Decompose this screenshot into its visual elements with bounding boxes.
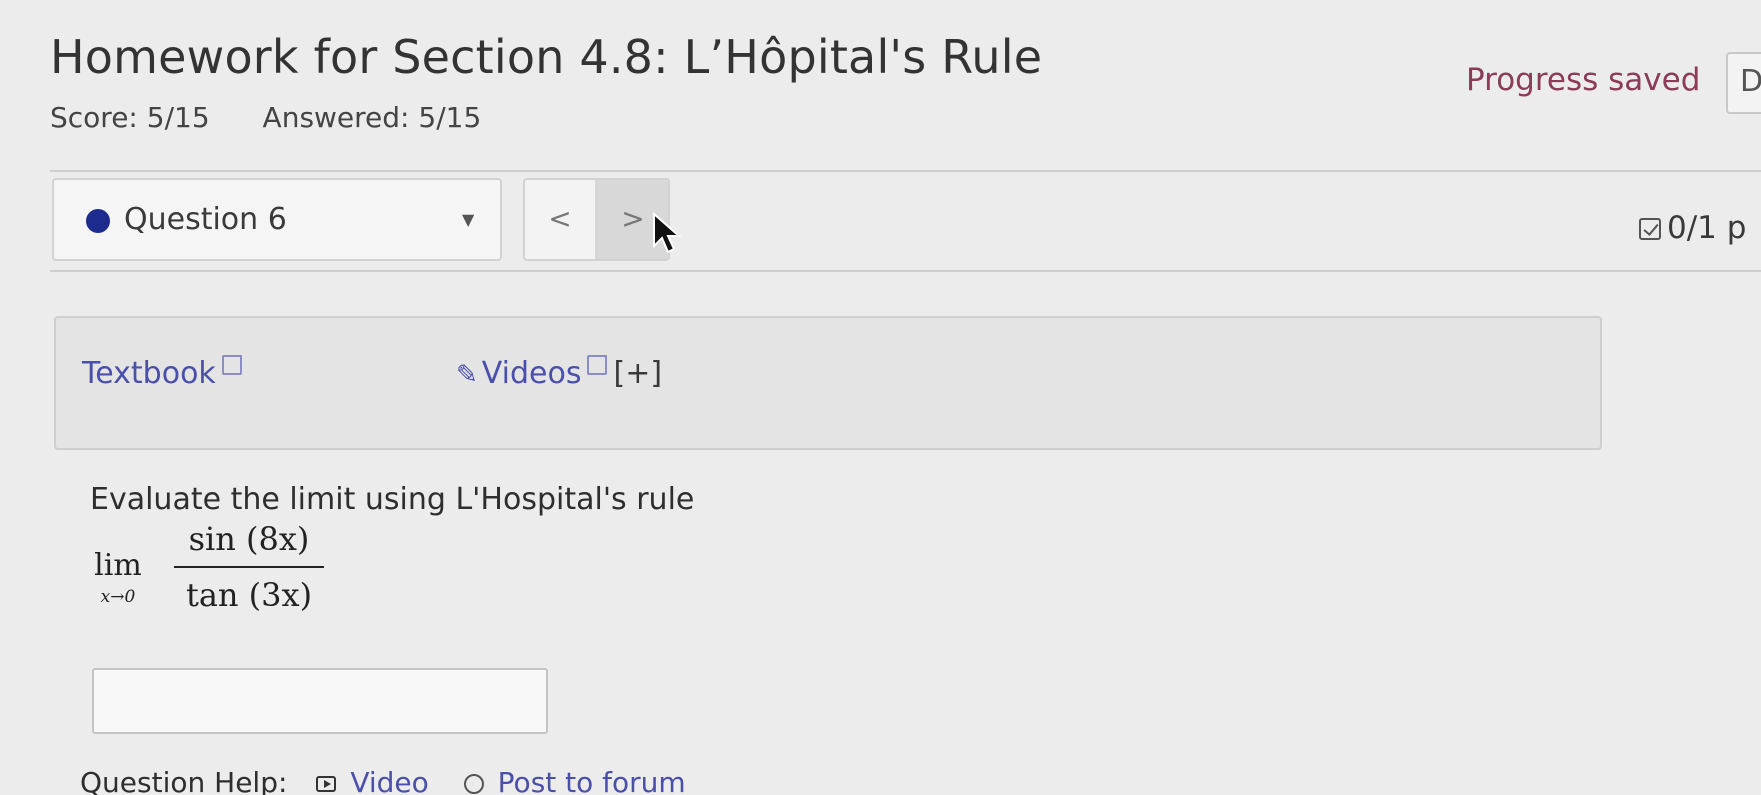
top-right-button[interactable]: D (1726, 52, 1761, 114)
question-select-label: Question 6 (124, 202, 287, 237)
answered-text: Answered: 5/15 (262, 101, 482, 134)
progress-status: Progress saved (1466, 62, 1701, 98)
divider-top (50, 170, 1761, 172)
external-link-icon (587, 355, 608, 375)
videos-label: Videos (481, 356, 582, 391)
score-text: Score: 5/15 (50, 101, 210, 134)
question-points: 0/1 p (1639, 210, 1746, 246)
checkbox-icon (1639, 218, 1661, 240)
question-status-dot (86, 209, 110, 233)
paperclip-icon: ✎ (456, 360, 478, 390)
fraction-bar (174, 566, 324, 568)
limit-operator: lim x→0 (88, 548, 148, 607)
forum-icon (463, 774, 484, 794)
fraction-numerator: sin (8x) (188, 520, 310, 558)
resources-panel: Textbook ✎ Videos [+] (54, 316, 1602, 450)
answer-input[interactable] (92, 668, 548, 734)
caret-down-icon: ▼ (462, 210, 475, 229)
textbook-link[interactable]: Textbook (82, 355, 242, 391)
question-select[interactable]: Question 6 ▼ (52, 178, 502, 261)
score-line: Score: 5/15 Answered: 5/15 (50, 101, 481, 134)
homework-page: Homework for Section 4.8: L’Hôpital's Ru… (0, 0, 1761, 795)
limit-word: lim (94, 548, 142, 583)
limit-subscript: x→0 (100, 587, 136, 607)
post-to-forum-link[interactable]: Post to forum (498, 766, 686, 795)
homework-title: Homework for Section 4.8: L’Hôpital's Ru… (50, 30, 1043, 84)
question-prompt: Evaluate the limit using L'Hospital's ru… (90, 482, 695, 517)
question-nav-buttons: < > (523, 178, 670, 261)
points-text: 0/1 p (1667, 210, 1747, 246)
mouse-cursor-icon (653, 212, 682, 254)
expand-toggle[interactable]: [+] (613, 356, 662, 391)
help-video-link[interactable]: Video (350, 766, 428, 795)
video-icon (316, 776, 337, 792)
question-help-label: Question Help: (80, 766, 288, 795)
previous-question-button[interactable]: < (525, 180, 597, 259)
external-link-icon (221, 355, 242, 375)
question-help: Question Help: Video Post to forum (80, 766, 686, 795)
videos-link[interactable]: ✎ Videos [+] (456, 355, 662, 391)
divider-bottom (50, 270, 1761, 272)
limit-fraction: sin (8x) tan (3x) (174, 520, 324, 614)
fraction-denominator: tan (3x) (185, 576, 313, 614)
textbook-label: Textbook (82, 356, 216, 391)
